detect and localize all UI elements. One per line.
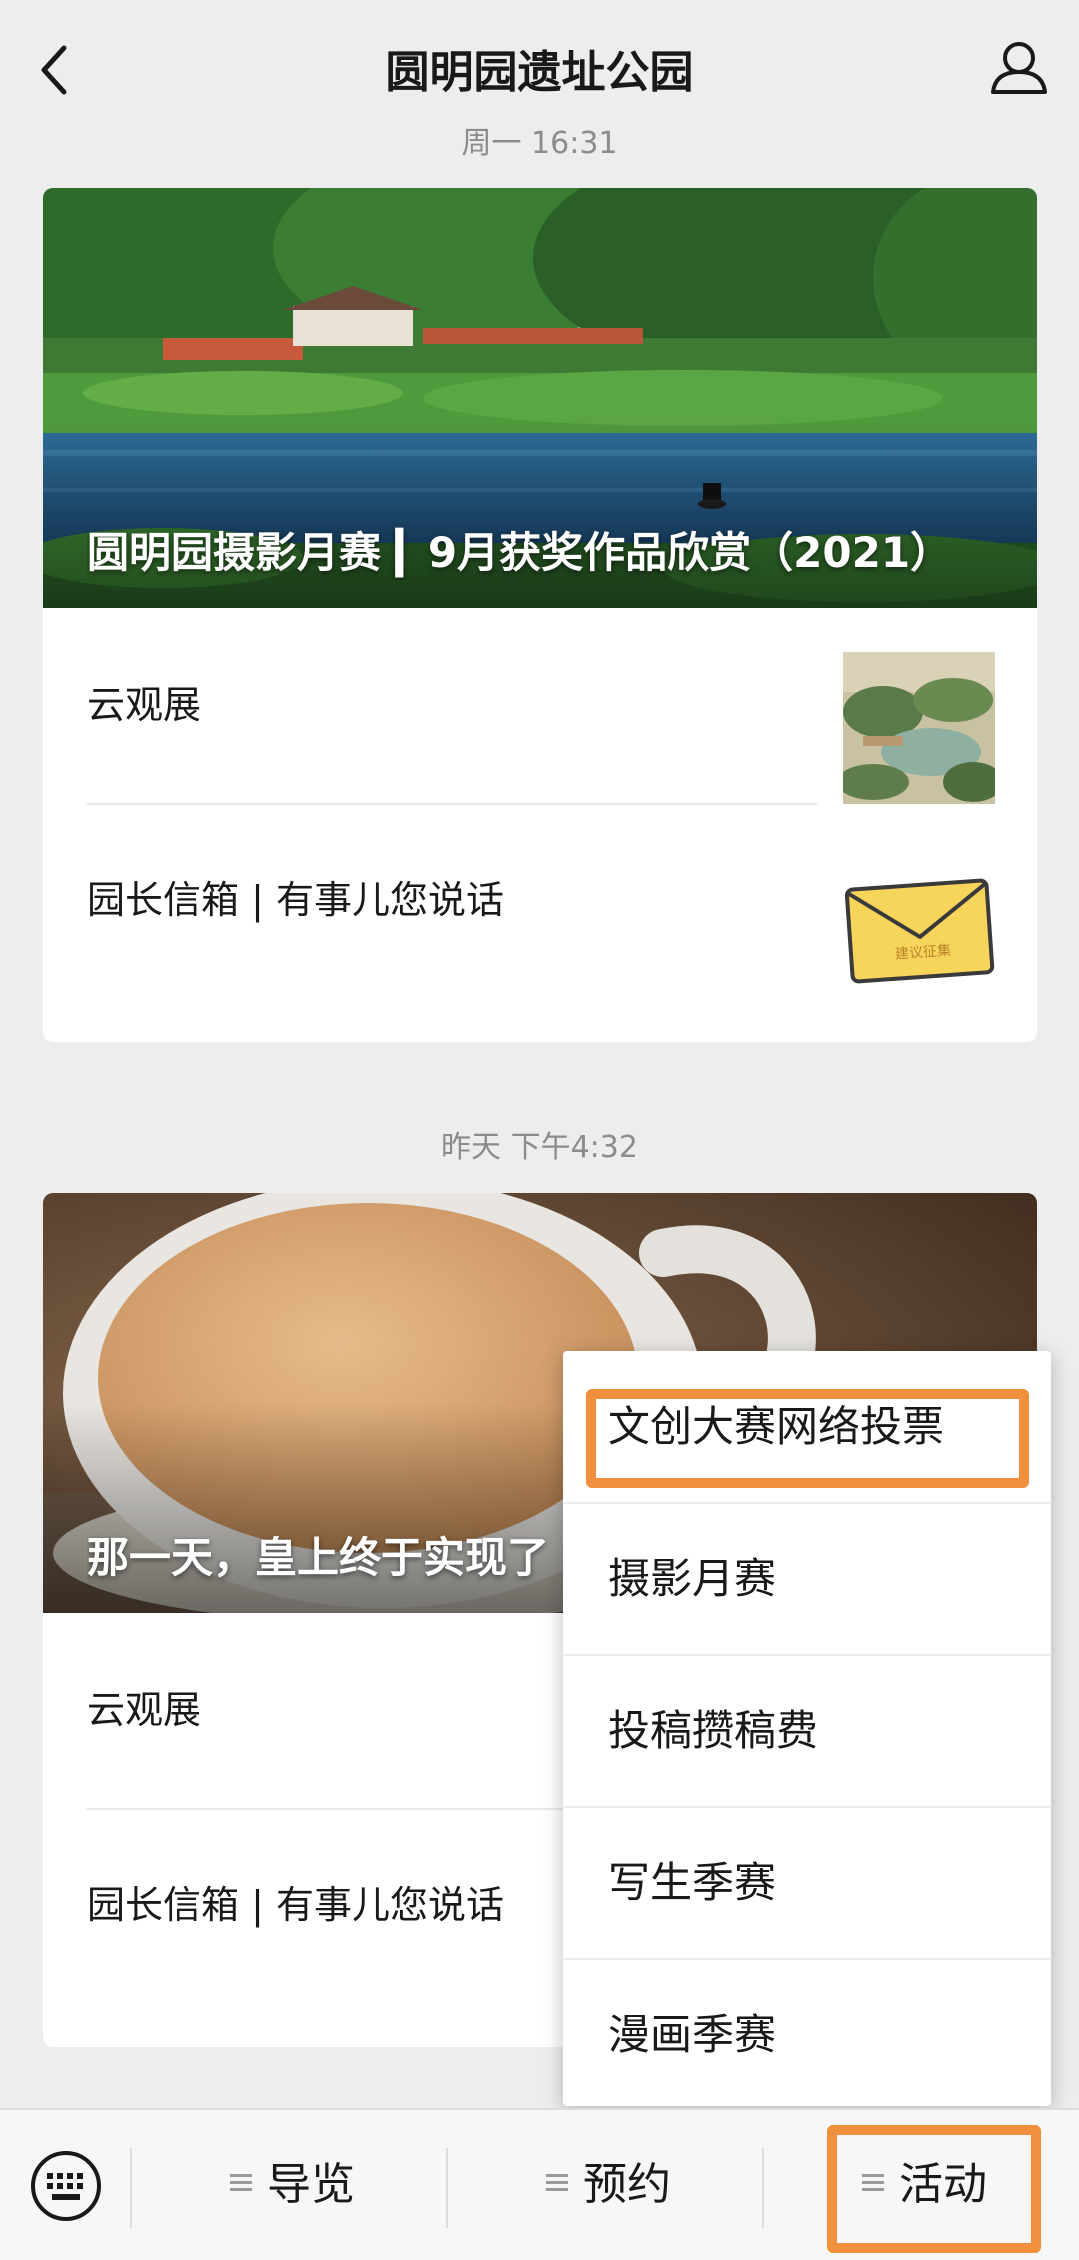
highlight-frame bbox=[827, 2125, 1041, 2253]
menu-button-guide[interactable]: 导览 bbox=[132, 2110, 446, 2260]
menu-button-label: 导览 bbox=[267, 2159, 355, 2210]
user-icon bbox=[991, 42, 1047, 94]
submenu-item-label: 写生季赛 bbox=[608, 1858, 777, 1907]
submenu-item-photo-contest[interactable]: 摄影月赛 bbox=[563, 1503, 1051, 1654]
list-item-label: 云观展 bbox=[87, 683, 202, 727]
submenu-item-label: 漫画季赛 bbox=[608, 2010, 777, 2059]
list-item[interactable]: 园长信箱 | 有事儿您说话 建议征集 bbox=[43, 803, 1037, 998]
menu-lines-icon bbox=[230, 2174, 252, 2191]
cover-article[interactable]: 圆明园摄影月赛 ▎9月获奖作品欣赏（2021） bbox=[43, 188, 1037, 608]
article-card: 圆明园摄影月赛 ▎9月获奖作品欣赏（2021） 云观展 园长信箱 | 有事儿您说… bbox=[43, 188, 1037, 1042]
page-title: 圆明园遗址公园 bbox=[385, 47, 694, 98]
submenu-item-label: 投稿攒稿费 bbox=[608, 1706, 819, 1755]
menu-lines-icon bbox=[546, 2174, 568, 2191]
message-timestamp: 周一 16:31 bbox=[461, 126, 618, 161]
list-item-label: 园长信箱 | 有事儿您说话 bbox=[87, 878, 504, 922]
submenu-item-submit-article[interactable]: 投稿攒稿费 bbox=[563, 1655, 1051, 1806]
submenu-item-comic-contest[interactable]: 漫画季赛 bbox=[563, 1959, 1051, 2110]
keyboard-icon bbox=[31, 2151, 101, 2221]
submenu-item-sketch-contest[interactable]: 写生季赛 bbox=[563, 1807, 1051, 1958]
garden-painting-thumbnail bbox=[843, 652, 995, 804]
menu-button-reserve[interactable]: 预约 bbox=[448, 2110, 762, 2260]
highlight-frame bbox=[586, 1389, 1029, 1488]
submenu-item-label: 摄影月赛 bbox=[608, 1554, 777, 1603]
profile-button[interactable] bbox=[987, 30, 1051, 100]
envelope-icon: 建议征集 bbox=[844, 878, 995, 984]
keyboard-toggle-button[interactable] bbox=[28, 2148, 104, 2224]
list-item-label: 园长信箱 | 有事儿您说话 bbox=[87, 1883, 504, 1927]
cover-title: 圆明园摄影月赛 ▎9月获奖作品欣赏（2021） bbox=[87, 528, 953, 577]
list-item[interactable]: 云观展 bbox=[43, 608, 1037, 804]
menu-button-label: 预约 bbox=[583, 2159, 671, 2210]
top-nav-bar: 圆明园遗址公园 bbox=[0, 0, 1079, 128]
message-timestamp: 昨天 下午4:32 bbox=[441, 1130, 638, 1165]
list-item-label: 云观展 bbox=[87, 1688, 202, 1732]
